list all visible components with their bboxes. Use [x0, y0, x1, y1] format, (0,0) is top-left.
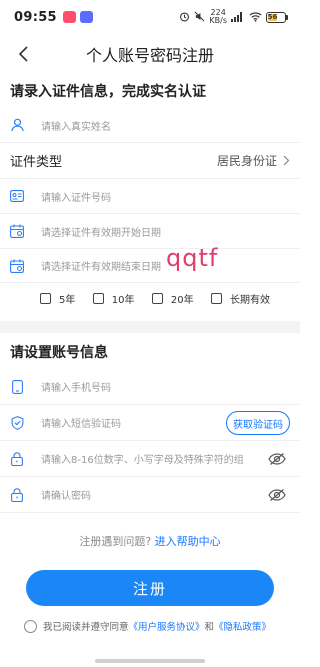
get-code-button[interactable]: 获取验证码 — [226, 411, 290, 435]
checkbox-icon — [92, 292, 104, 304]
eye-off-icon[interactable] — [268, 487, 286, 506]
phone-field[interactable]: 请输入手机号码 — [0, 369, 300, 405]
checkbox-icon — [40, 292, 51, 304]
help-line: 注册遇到问题? 进入帮助中心 — [0, 533, 300, 553]
alarm-icon — [179, 11, 190, 24]
sms-code-placeholder: 请输入短信验证码 — [41, 419, 121, 430]
validity-option-label: 5年 — [59, 294, 76, 306]
validity-option-label: 20年 — [170, 294, 194, 306]
battery-icon: 56 — [266, 11, 288, 23]
valid-end-date-field[interactable]: 请选择证件有效期结束日期 — [0, 249, 300, 283]
eye-off-icon[interactable] — [268, 451, 286, 470]
help-center-link[interactable]: 进入帮助中心 — [155, 535, 221, 548]
confirm-password-placeholder: 请确认密码 — [41, 491, 91, 502]
status-bar: 09:55 224 KB/s 56 — [0, 0, 300, 34]
validity-options: 5年 10年 20年 长期有效 — [0, 283, 300, 313]
phone-placeholder: 请输入手机号码 — [41, 383, 111, 394]
validity-option-long-term[interactable]: 长期有效 — [210, 291, 270, 306]
nav-bar: 个人账号密码注册 — [0, 34, 300, 74]
battery-level: 56 — [267, 13, 278, 21]
back-button[interactable] — [12, 42, 36, 66]
validity-option-5y[interactable]: 5年 — [40, 291, 75, 306]
checkbox-icon — [210, 292, 222, 304]
identity-section-title: 请录入证件信息，完成实名认证 — [10, 84, 206, 100]
confirm-password-field[interactable]: 请确认密码 — [0, 477, 300, 513]
id-number-placeholder: 请输入证件号码 — [41, 192, 111, 204]
password-placeholder: 请输入8-16位数字、小写字母及特殊字符的组 — [41, 455, 244, 466]
checkbox-icon — [151, 292, 163, 304]
user-agreement-link[interactable]: 《用户服务协议》 — [129, 619, 205, 633]
calendar-icon — [10, 224, 24, 238]
agreement-line: 我已阅读并遵守同意 《用户服务协议》 和 《隐私政策》 — [24, 619, 271, 633]
validity-option-label: 长期有效 — [229, 294, 270, 306]
chevron-right-icon — [283, 155, 290, 166]
shield-check-icon — [10, 415, 24, 430]
privacy-policy-link[interactable]: 《隐私政策》 — [214, 619, 271, 633]
id-number-field[interactable]: 请输入证件号码 — [0, 179, 300, 214]
status-right: 224 KB/s 56 — [179, 9, 288, 25]
id-type-value-wrap: 居民身份证 — [217, 152, 290, 169]
id-type-label: 证件类型 — [10, 155, 63, 170]
account-section-title: 请设置账号信息 — [10, 345, 108, 361]
valid-start-date-field[interactable]: 请选择证件有效期开始日期 — [0, 214, 300, 249]
agreement-prefix: 我已阅读并遵守同意 — [43, 622, 129, 633]
page-title: 个人账号密码注册 — [85, 46, 214, 65]
id-type-selector[interactable]: 证件类型 居民身份证 — [0, 143, 300, 179]
agree-radio[interactable] — [24, 619, 37, 633]
home-indicator[interactable] — [95, 659, 205, 663]
valid-start-placeholder: 请选择证件有效期开始日期 — [41, 227, 161, 239]
password-field[interactable]: 请输入8-16位数字、小写字母及特殊字符的组 — [0, 441, 300, 477]
lock-icon — [10, 451, 24, 466]
calendar-icon — [10, 259, 24, 273]
validity-option-10y[interactable]: 10年 — [92, 291, 135, 306]
status-time: 09:55 — [14, 9, 57, 25]
id-card-icon — [10, 189, 24, 203]
real-name-field[interactable]: 请输入真实姓名 — [0, 108, 300, 143]
notification-app-icon — [62, 11, 76, 23]
real-name-placeholder: 请输入真实姓名 — [41, 121, 111, 133]
watermark-text: qqtf — [166, 244, 219, 272]
validity-option-label: 10年 — [111, 294, 135, 306]
section-divider — [0, 321, 300, 333]
notification-app-icon — [79, 11, 93, 23]
chevron-left-icon — [18, 46, 28, 62]
valid-end-placeholder: 请选择证件有效期结束日期 — [41, 262, 161, 273]
person-icon — [10, 118, 24, 132]
id-type-value: 居民身份证 — [216, 154, 277, 168]
lock-icon — [10, 487, 24, 502]
wifi-icon — [249, 11, 262, 24]
signal-icon — [231, 11, 245, 24]
validity-option-20y[interactable]: 20年 — [151, 291, 194, 306]
sms-code-field[interactable]: 请输入短信验证码 获取验证码 — [0, 405, 300, 441]
mute-icon — [194, 11, 205, 24]
status-app-icons — [62, 11, 93, 23]
help-question: 注册遇到问题? — [79, 535, 152, 548]
network-speed: 224 KB/s — [209, 8, 227, 25]
phone-icon — [10, 379, 24, 394]
register-button[interactable]: 注册 — [26, 570, 274, 606]
agreement-and: 和 — [204, 622, 215, 633]
